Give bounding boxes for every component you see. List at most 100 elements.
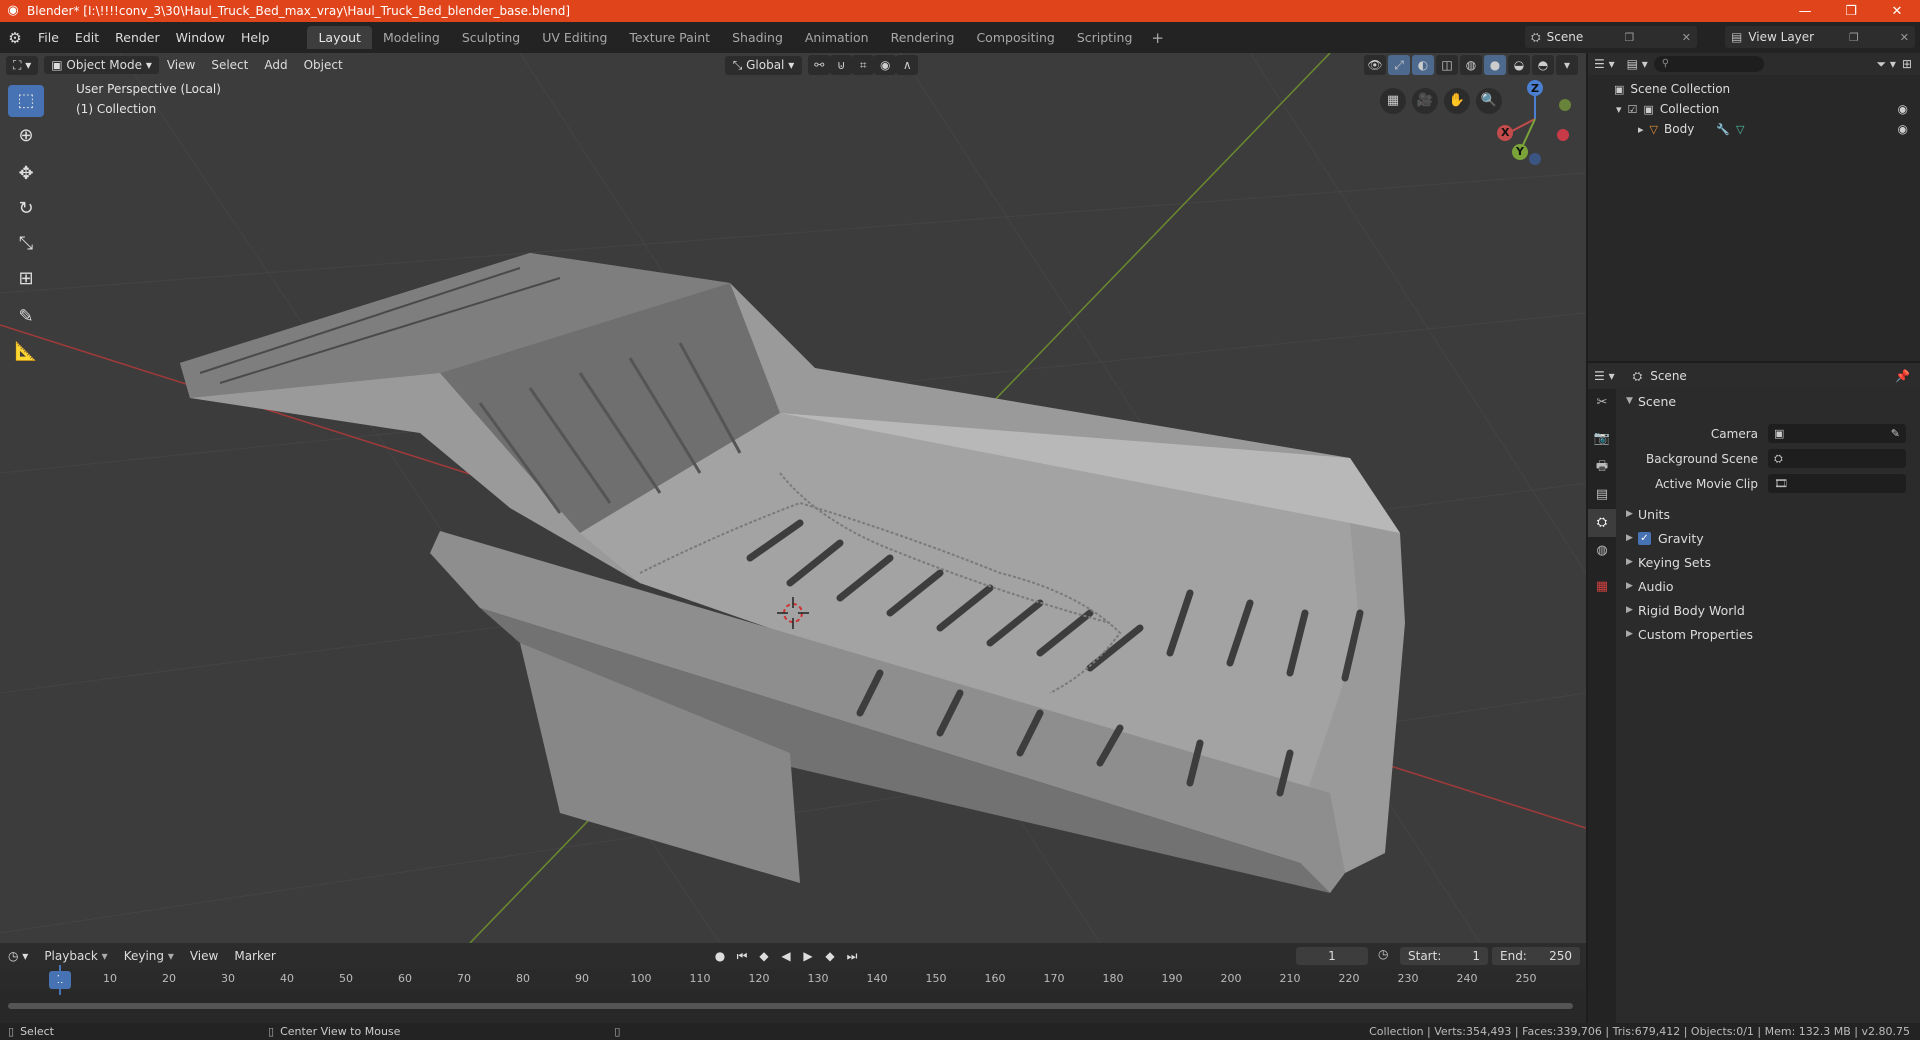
object-mode-dropdown[interactable]: ▣ Object Mode ▾ (44, 56, 159, 74)
jump-end-icon[interactable]: ⏭ (842, 946, 862, 966)
gravity-checkbox[interactable]: ✓ (1638, 531, 1651, 545)
xray-icon[interactable]: ◫ (1436, 55, 1458, 75)
next-keyframe-icon[interactable]: ◆ (820, 946, 840, 966)
tab-layout[interactable]: Layout (307, 26, 372, 49)
timeline-scrollbar[interactable] (8, 1003, 1573, 1009)
zoom-icon[interactable]: 🔍 (1476, 88, 1502, 114)
view-layer-selector[interactable]: ▤ View Layer ❐ ✕ (1725, 26, 1915, 48)
menu-edit[interactable]: Edit (67, 22, 107, 53)
timeline-menu-marker[interactable]: Marker (226, 949, 283, 963)
modifier-wrench-icon[interactable]: 🔧 (1716, 123, 1730, 136)
tab-modeling[interactable]: Modeling (372, 26, 451, 49)
audio-panel-header[interactable]: ▶ Audio (1618, 574, 1920, 598)
toggle-ortho-icon[interactable]: ▦ (1380, 88, 1406, 114)
outliner-row-scene-collection[interactable]: ▣ Scene Collection (1588, 79, 1920, 99)
delete-scene-icon[interactable]: ✕ (1676, 31, 1697, 44)
units-panel-header[interactable]: ▶ Units (1618, 502, 1920, 526)
prev-keyframe-icon[interactable]: ◆ (754, 946, 774, 966)
new-view-layer-icon[interactable]: ❐ (1843, 31, 1865, 44)
tab-compositing[interactable]: Compositing (965, 26, 1065, 49)
gravity-panel-header[interactable]: ▶ ✓ Gravity (1618, 526, 1920, 550)
keying-sets-panel-header[interactable]: ▶ Keying Sets (1618, 550, 1920, 574)
falloff-icon[interactable]: ∧ (896, 55, 919, 75)
properties-editor-type-icon[interactable]: ☰ ▾ (1594, 369, 1615, 383)
view-layer-tab-icon[interactable]: ▤ (1588, 481, 1616, 509)
viewport-menu-view[interactable]: View (159, 58, 203, 72)
texture-tab-icon[interactable]: ▦ (1588, 573, 1616, 601)
tab-rendering[interactable]: Rendering (880, 26, 966, 49)
output-tab-icon[interactable]: 🖶 (1588, 453, 1616, 481)
active-movie-clip-field[interactable]: 🎞 (1768, 474, 1906, 493)
expand-object-icon[interactable]: ▸ (1638, 123, 1644, 136)
custom-properties-panel-header[interactable]: ▶ Custom Properties (1618, 622, 1920, 646)
tab-shading[interactable]: Shading (721, 26, 794, 49)
cursor-tool-icon[interactable]: ⊕ (8, 120, 44, 152)
menu-window[interactable]: Window (168, 22, 233, 53)
viewport-menu-select[interactable]: Select (203, 58, 256, 72)
rendered-shading-icon[interactable]: ◓ (1532, 55, 1554, 75)
timeline-menu-view[interactable]: View (182, 949, 226, 963)
transform-tool-icon[interactable]: ⊞ (8, 263, 44, 295)
tab-sculpting[interactable]: Sculpting (451, 26, 531, 49)
select-box-tool-icon[interactable]: ⬚ (8, 85, 44, 117)
shading-options-icon[interactable]: ▾ (1556, 55, 1578, 75)
tab-scripting[interactable]: Scripting (1066, 26, 1144, 49)
timeline-menu-keying[interactable]: Keying (116, 949, 182, 963)
viewport-menu-object[interactable]: Object (296, 58, 351, 72)
outliner-search-input[interactable]: ⚲ (1653, 56, 1764, 72)
expand-collection-icon[interactable]: ▾ (1616, 103, 1622, 116)
visibility-icon[interactable]: 👁 (1364, 55, 1386, 75)
render-tab-icon[interactable]: 📷 (1588, 425, 1616, 453)
scene-selector[interactable]: ⛭ Scene ❐ ✕ (1525, 26, 1697, 48)
close-button[interactable]: ✕ (1874, 4, 1920, 19)
visibility-eye-icon[interactable]: ◉ (1898, 122, 1908, 136)
world-tab-icon[interactable]: ◍ (1588, 537, 1616, 565)
display-mode-icon[interactable]: ▤ ▾ (1627, 57, 1648, 71)
gizmo-y-label[interactable]: Y (1516, 145, 1524, 158)
timeline-menu-playback[interactable]: Playback (36, 949, 115, 963)
menu-help[interactable]: Help (233, 22, 278, 53)
visibility-eye-icon[interactable]: ◉ (1898, 102, 1908, 116)
viewport-menu-add[interactable]: Add (256, 58, 295, 72)
outliner-editor-type-icon[interactable]: ☰ ▾ (1594, 57, 1615, 71)
camera-field[interactable]: ▣ ✎ (1768, 424, 1906, 443)
menu-render[interactable]: Render (107, 22, 168, 53)
filter-icon[interactable]: ⏷ ▾ (1876, 57, 1895, 72)
wireframe-shading-icon[interactable]: ◍ (1460, 55, 1482, 75)
tab-animation[interactable]: Animation (794, 26, 880, 49)
maximize-button[interactable]: ❐ (1828, 4, 1874, 19)
frame-ruler[interactable]: 1 10 20 30 40 50 60 70 80 90 100 110 120… (0, 969, 1586, 991)
minimize-button[interactable]: — (1782, 4, 1828, 19)
material-shading-icon[interactable]: ◒ (1508, 55, 1530, 75)
eyedropper-icon[interactable]: ✎ (1891, 424, 1900, 443)
annotate-tool-icon[interactable]: ✎ (8, 301, 44, 333)
background-scene-field[interactable]: ⛭ (1768, 449, 1906, 468)
snap-icon[interactable]: ⊍ (830, 55, 853, 75)
scene-tab-icon[interactable]: ⛭ (1588, 509, 1616, 537)
scale-tool-icon[interactable]: ⤡ (8, 228, 44, 260)
play-icon[interactable]: ▶ (798, 946, 818, 966)
gizmo-x-label[interactable]: X (1501, 126, 1509, 139)
play-reverse-icon[interactable]: ◀ (776, 946, 796, 966)
camera-view-icon[interactable]: 🎥 (1412, 88, 1438, 114)
delete-view-layer-icon[interactable]: ✕ (1894, 31, 1915, 44)
rotate-tool-icon[interactable]: ↻ (8, 193, 44, 225)
timeline-editor-type-icon[interactable]: ◷ ▾ (0, 949, 36, 963)
overlay-toggle-icon[interactable]: ◐ (1412, 55, 1434, 75)
add-workspace-button[interactable]: + (1143, 29, 1172, 47)
record-icon[interactable]: ● (710, 946, 730, 966)
3d-viewport[interactable]: Z X Y ⛶ ▾ ▣ Object Mode ▾ View Select Ad… (0, 53, 1586, 943)
editor-type-icon[interactable]: ⛶ ▾ (6, 55, 39, 75)
tab-uv-editing[interactable]: UV Editing (531, 26, 618, 49)
gizmo-z-label[interactable]: Z (1531, 82, 1539, 95)
snap-target-icon[interactable]: ⌗ (852, 55, 875, 75)
blender-menu-icon[interactable]: ⚙ (0, 29, 30, 47)
pan-hand-icon[interactable]: ✋ (1444, 88, 1470, 114)
outliner-row-collection[interactable]: ▾ ☑ ▣ Collection ◉ (1588, 99, 1920, 119)
transform-orientation-dropdown[interactable]: ⤡ Global ▾ (724, 55, 803, 75)
scene-panel-header[interactable]: ▼ Scene (1618, 389, 1920, 413)
jump-start-icon[interactable]: ⏮ (732, 946, 752, 966)
start-frame-field[interactable]: Start: 1 (1400, 947, 1488, 965)
gizmo-toggle-icon[interactable]: ⤢ (1388, 55, 1410, 75)
new-scene-icon[interactable]: ❐ (1619, 31, 1641, 44)
